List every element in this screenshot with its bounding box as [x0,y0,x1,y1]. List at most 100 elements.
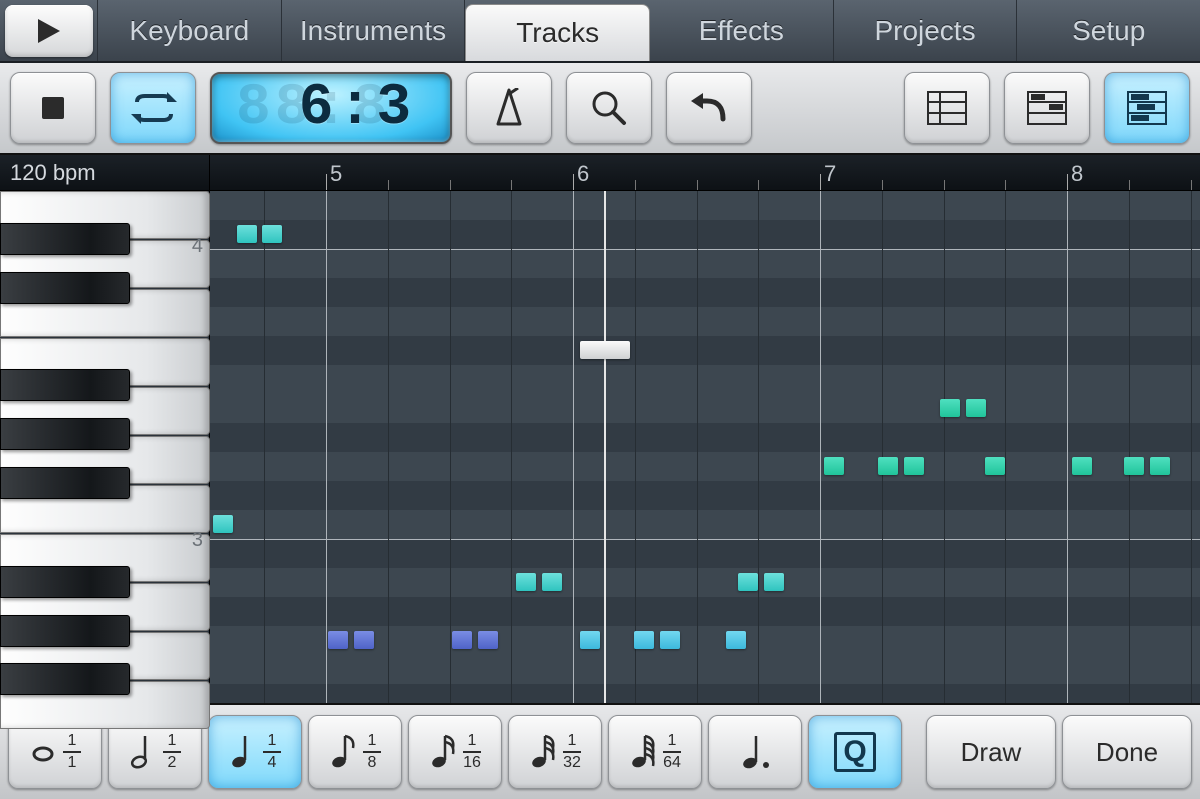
note-glyph-icon [29,732,57,772]
black-key[interactable] [0,223,130,255]
ruler-bar-number: 8 [1071,161,1083,187]
undo-icon [689,91,729,125]
octave-label: 4 [192,235,203,258]
note-glyph-icon [529,732,557,772]
playhead[interactable] [604,191,606,703]
tab-effects[interactable]: Effects [650,0,834,61]
note[interactable] [354,631,374,649]
note[interactable] [1124,457,1144,475]
play-cell [0,0,98,61]
note[interactable] [634,631,654,649]
note[interactable] [940,399,960,417]
note[interactable] [1150,457,1170,475]
tab-keyboard[interactable]: Keyboard [98,0,282,61]
black-key[interactable] [0,615,130,647]
note[interactable] [213,515,233,533]
note-grid[interactable] [210,191,1200,703]
tab-bar: Keyboard Instruments Tracks Effects Proj… [0,0,1200,63]
note[interactable] [738,573,758,591]
note-value-fraction: 14 [263,733,281,771]
loop-button[interactable] [110,72,196,144]
draw-button[interactable]: Draw [926,715,1056,789]
done-button[interactable]: Done [1062,715,1192,789]
note-value-1-32[interactable]: 132 [508,715,602,789]
note[interactable] [452,631,472,649]
timeline-ruler[interactable]: 120 bpm 5 6 7 8 [0,155,1200,191]
note-value-1-4[interactable]: 14 [208,715,302,789]
note-glyph-icon [329,732,357,772]
tab-setup[interactable]: Setup [1017,0,1200,61]
note[interactable] [580,341,630,359]
metronome-button[interactable] [466,72,552,144]
loop-icon [129,92,177,124]
note-value-fraction: 11 [63,733,81,771]
lcd-value: 6:3 [299,76,415,141]
note[interactable] [328,631,348,649]
ruler-bar-number: 7 [824,161,836,187]
track-view-icon [1027,91,1067,125]
black-key[interactable] [0,369,130,401]
note-value-1-64[interactable]: 164 [608,715,702,789]
note[interactable] [478,631,498,649]
note-value-1-16[interactable]: 116 [408,715,502,789]
view-song-button[interactable] [904,72,990,144]
black-key[interactable] [0,663,130,695]
view-track-button[interactable] [1004,72,1090,144]
note[interactable] [985,457,1005,475]
note-value-fraction: 116 [463,733,481,771]
note[interactable] [764,573,784,591]
piano-keys[interactable]: 43 [0,191,210,703]
toolbar: 88:8 6:3 [0,63,1200,155]
stop-button[interactable] [10,72,96,144]
note-value-fraction: 132 [563,733,581,771]
ruler-bar-number: 6 [577,161,589,187]
note[interactable] [516,573,536,591]
play-icon [36,17,62,45]
note-value-fraction: 12 [163,733,181,771]
grid-view-icon [927,91,967,125]
note-value-1-8[interactable]: 18 [308,715,402,789]
tab-instruments[interactable]: Instruments [282,0,466,61]
note[interactable] [580,631,600,649]
zoom-button[interactable] [566,72,652,144]
note-glyph-icon [629,732,657,772]
black-key[interactable] [0,272,130,304]
ruler-bar-number: 5 [330,161,342,187]
black-key[interactable] [0,467,130,499]
dotted-note-icon [738,732,772,772]
piano-roll: 43 [0,191,1200,703]
magnifier-icon [590,89,628,127]
note[interactable] [1072,457,1092,475]
tab-tracks[interactable]: Tracks [465,4,650,61]
pianoroll-view-icon [1127,91,1167,125]
black-key[interactable] [0,418,130,450]
black-key[interactable] [0,566,130,598]
note[interactable] [542,573,562,591]
note-glyph-icon [129,732,157,772]
lcd-display[interactable]: 88:8 6:3 [210,72,452,144]
note-value-fraction: 164 [663,733,681,771]
undo-button[interactable] [666,72,752,144]
view-pianoroll-button[interactable] [1104,72,1190,144]
note[interactable] [726,631,746,649]
octave-label: 3 [192,529,203,552]
note[interactable] [824,457,844,475]
quantize-button[interactable]: Q [808,715,902,789]
note-value-fraction: 18 [363,733,381,771]
quantize-icon: Q [834,732,875,772]
note[interactable] [262,225,282,243]
play-button[interactable] [5,5,93,57]
metronome-icon [492,88,526,128]
note[interactable] [904,457,924,475]
stop-icon [42,97,64,119]
dotted-button[interactable] [708,715,802,789]
note[interactable] [878,457,898,475]
note-glyph-icon [429,732,457,772]
ruler-grid[interactable]: 5 6 7 8 [210,155,1200,190]
tempo-label[interactable]: 120 bpm [0,155,210,190]
tab-projects[interactable]: Projects [834,0,1018,61]
note-glyph-icon [229,732,257,772]
note[interactable] [660,631,680,649]
note[interactable] [237,225,257,243]
note[interactable] [966,399,986,417]
